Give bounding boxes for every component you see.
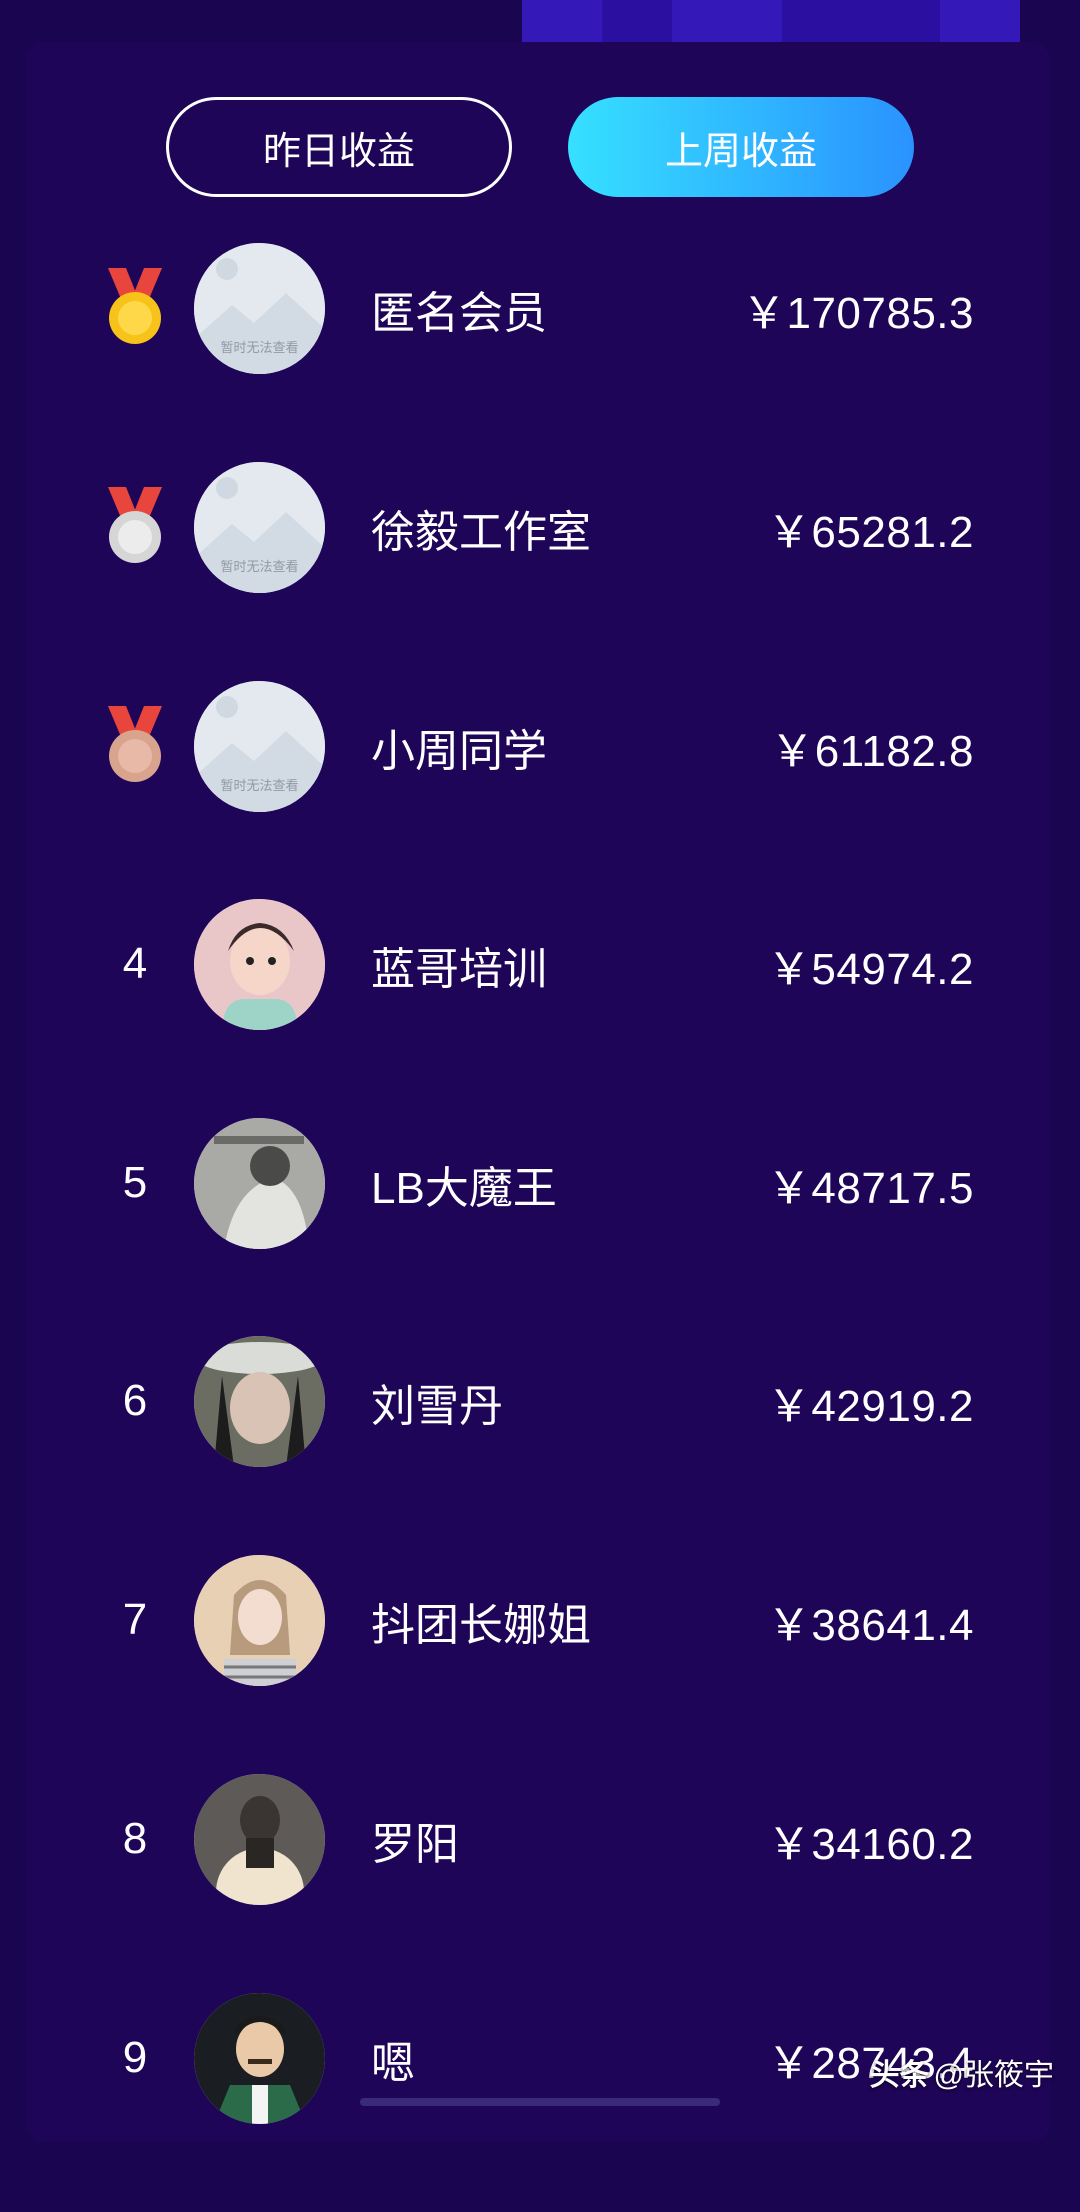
earnings-amount: ￥170785.3 — [741, 288, 974, 338]
rank-number: 5 — [95, 1118, 175, 1248]
rank-number-text: 9 — [122, 2033, 148, 2082]
ranking-row[interactable]: 暂时无法查看 小周同学 ￥61182.8 — [0, 681, 1080, 900]
member-name: LB大魔王 — [371, 1163, 557, 1213]
ranking-row[interactable]: 7 抖团长娜姐 ￥38641.4 — [0, 1555, 1080, 1774]
ranking-row[interactable]: 8 罗阳 ￥34160.2 — [0, 1774, 1080, 1993]
watermark: 头条 @张筱宇 — [870, 2050, 1054, 2094]
earnings-amount: ￥42919.2 — [766, 1381, 974, 1431]
earnings-amount: ￥48717.5 — [766, 1163, 974, 1213]
rank-number-text: 6 — [122, 1376, 148, 1425]
rank-number: 7 — [95, 1555, 175, 1685]
member-name: 小周同学 — [371, 726, 547, 776]
rank-number-text: 4 — [122, 939, 148, 988]
rank-number-text: 5 — [122, 1158, 148, 1207]
ranking-row[interactable]: 暂时无法查看 匿名会员 ￥170785.3 — [0, 243, 1080, 462]
avatar[interactable] — [194, 1774, 325, 1905]
avatar[interactable]: 暂时无法查看 — [194, 462, 325, 593]
top-decoration-block — [940, 0, 1020, 42]
top-decoration-block — [672, 0, 782, 42]
avatar[interactable]: 暂时无法查看 — [194, 681, 325, 812]
avatar[interactable]: 暂时无法查看 — [194, 243, 325, 374]
earnings-amount: ￥38641.4 — [766, 1600, 974, 1650]
member-name: 匿名会员 — [371, 288, 547, 338]
member-name: 蓝哥培训 — [371, 944, 547, 994]
ranking-row[interactable]: 4 蓝哥培训 ￥54974.2 — [0, 899, 1080, 1118]
rank-number-text: 8 — [122, 1814, 148, 1863]
ranking-row[interactable]: 暂时无法查看 徐毅工作室 ￥65281.2 — [0, 462, 1080, 681]
earnings-amount: ￥61182.8 — [770, 726, 974, 776]
watermark-brand: 头条 — [869, 2059, 930, 2092]
avatar[interactable] — [194, 899, 325, 1030]
watermark-handle: @张筱宇 — [933, 2059, 1054, 2092]
avatar[interactable] — [194, 1993, 325, 2124]
avatar[interactable] — [194, 1118, 325, 1249]
member-name: 罗阳 — [371, 1819, 459, 1869]
earnings-amount: ￥34160.2 — [766, 1819, 974, 1869]
member-name: 徐毅工作室 — [371, 507, 591, 557]
top-decoration-strip — [522, 0, 1020, 42]
ranking-row[interactable]: 6 刘雪丹 ￥42919.2 — [0, 1336, 1080, 1555]
top-decoration-block — [522, 0, 602, 42]
rank-number: 9 — [95, 1993, 175, 2123]
member-name: 刘雪丹 — [371, 1381, 503, 1431]
rank-number: 8 — [95, 1774, 175, 1904]
member-name: 抖团长娜姐 — [371, 1600, 591, 1650]
scroll-indicator — [360, 2098, 720, 2106]
rank-number-text: 7 — [122, 1595, 148, 1644]
avatar[interactable] — [194, 1555, 325, 1686]
silver-medal-icon — [95, 462, 175, 592]
earnings-amount: ￥65281.2 — [766, 507, 974, 557]
rank-number: 6 — [95, 1336, 175, 1466]
earnings-amount: ￥54974.2 — [766, 944, 974, 994]
ranking-row[interactable]: 5 LB大魔王 ￥48717.5 — [0, 1118, 1080, 1337]
avatar-placeholder-caption: 暂时无法查看 — [220, 778, 299, 793]
bronze-medal-icon — [95, 681, 175, 811]
avatar-placeholder-caption: 暂时无法查看 — [220, 559, 299, 574]
tab-last-week-earnings[interactable]: 上周收益 — [568, 97, 914, 197]
gold-medal-icon — [95, 243, 175, 373]
tab-yesterday-earnings[interactable]: 昨日收益 — [166, 97, 512, 197]
rank-number: 4 — [95, 899, 175, 1029]
avatar-placeholder-caption: 暂时无法查看 — [220, 340, 299, 355]
avatar[interactable] — [194, 1336, 325, 1467]
